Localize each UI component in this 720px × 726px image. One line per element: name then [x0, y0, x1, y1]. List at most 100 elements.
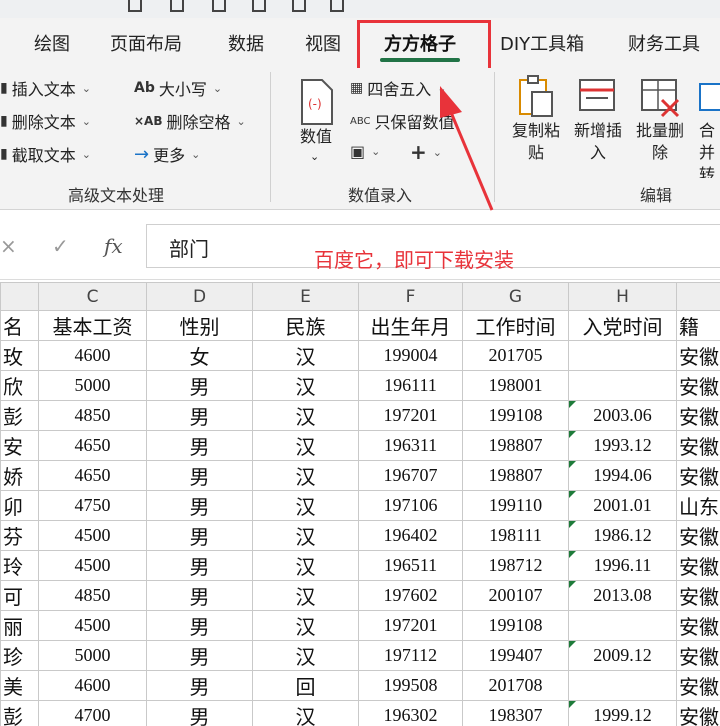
- table-cell[interactable]: 回: [252, 670, 359, 701]
- column-header[interactable]: D: [146, 282, 253, 311]
- table-cell[interactable]: 汉: [252, 370, 359, 401]
- table-cell[interactable]: 男: [146, 670, 253, 701]
- cancel-icon[interactable]: ×: [0, 234, 17, 258]
- confirm-icon[interactable]: ✓: [52, 234, 69, 258]
- table-cell[interactable]: 197201: [358, 400, 463, 431]
- column-header[interactable]: G: [462, 282, 569, 311]
- extract-text-button[interactable]: ▮ 截取文本 ⌄: [0, 142, 91, 166]
- table-cell[interactable]: 196302: [358, 700, 463, 726]
- table-cell[interactable]: 2009.12: [568, 640, 677, 671]
- table-cell[interactable]: 珍: [0, 640, 39, 671]
- table-cell[interactable]: 1993.12: [568, 430, 677, 461]
- table-cell[interactable]: 199004: [358, 340, 463, 371]
- table-cell[interactable]: 汉: [252, 460, 359, 491]
- table-cell[interactable]: 男: [146, 700, 253, 726]
- camera-icon[interactable]: [292, 0, 306, 12]
- table-cell[interactable]: 丽: [0, 610, 39, 641]
- round-button[interactable]: ▦ 四舍五入 ⌄: [350, 76, 446, 100]
- sort-icon[interactable]: [212, 0, 226, 12]
- header-cell[interactable]: 基本工资: [38, 310, 147, 341]
- case-button[interactable]: Ab 大小写 ⌄: [134, 76, 222, 100]
- insert-text-button[interactable]: ▮ 插入文本 ⌄: [0, 76, 91, 100]
- table-cell[interactable]: 男: [146, 520, 253, 551]
- table-cell[interactable]: 安: [0, 430, 39, 461]
- table-cell[interactable]: 安徽: [676, 550, 720, 581]
- tab-diy-toolbox[interactable]: DIY工具箱: [500, 30, 584, 56]
- table-cell[interactable]: 玲: [0, 550, 39, 581]
- table-cell[interactable]: 欣: [0, 370, 39, 401]
- table-cell[interactable]: 196707: [358, 460, 463, 491]
- table-cell[interactable]: 2013.08: [568, 580, 677, 611]
- table-cell[interactable]: 196111: [358, 370, 463, 401]
- table-cell[interactable]: 198807: [462, 430, 569, 461]
- table-cell[interactable]: 196511: [358, 550, 463, 581]
- table-cell[interactable]: 4850: [38, 400, 147, 431]
- save-icon[interactable]: [128, 0, 142, 12]
- table-cell[interactable]: 4700: [38, 700, 147, 726]
- table-cell[interactable]: 汉: [252, 520, 359, 551]
- table-cell[interactable]: 女: [146, 340, 253, 371]
- keep-values-button[interactable]: ABC 只保留数值: [350, 109, 455, 133]
- header-cell[interactable]: 出生年月: [358, 310, 463, 341]
- table-cell[interactable]: 安徽: [676, 670, 720, 701]
- table-cell[interactable]: 汉: [252, 580, 359, 611]
- table-cell[interactable]: 4650: [38, 460, 147, 491]
- table-cell[interactable]: 安徽: [676, 460, 720, 491]
- undo-icon[interactable]: [170, 0, 184, 12]
- table-cell[interactable]: 197201: [358, 610, 463, 641]
- more-button[interactable]: → 更多 ⌄: [134, 142, 200, 166]
- table-cell[interactable]: [568, 670, 677, 701]
- table-cell[interactable]: 197602: [358, 580, 463, 611]
- table-cell[interactable]: 男: [146, 550, 253, 581]
- table-cell[interactable]: [568, 370, 677, 401]
- tab-page-layout[interactable]: 页面布局: [110, 30, 182, 56]
- header-cell[interactable]: 民族: [252, 310, 359, 341]
- table-cell[interactable]: 197112: [358, 640, 463, 671]
- table-cell[interactable]: 可: [0, 580, 39, 611]
- format-button[interactable]: ▣ ⌄: [350, 142, 380, 161]
- table-cell[interactable]: 卯: [0, 490, 39, 521]
- table-cell[interactable]: 汉: [252, 640, 359, 671]
- table-cell[interactable]: 汉: [252, 400, 359, 431]
- header-cell[interactable]: 入党时间: [568, 310, 677, 341]
- table-cell[interactable]: 5000: [38, 640, 147, 671]
- column-header[interactable]: C: [38, 282, 147, 311]
- table-cell[interactable]: 201708: [462, 670, 569, 701]
- copy-paste-button[interactable]: 复制粘贴: [508, 74, 564, 178]
- tab-view[interactable]: 视图: [305, 30, 341, 56]
- table-cell[interactable]: 4600: [38, 340, 147, 371]
- table-cell[interactable]: 198001: [462, 370, 569, 401]
- column-header[interactable]: E: [252, 282, 359, 311]
- tab-draw[interactable]: 绘图: [34, 30, 70, 56]
- table-cell[interactable]: 男: [146, 640, 253, 671]
- delete-text-button[interactable]: ▮ 删除文本 ⌄: [0, 109, 91, 133]
- header-cell[interactable]: 籍: [676, 310, 720, 341]
- table-cell[interactable]: 198807: [462, 460, 569, 491]
- tab-data[interactable]: 数据: [228, 30, 264, 56]
- table-cell[interactable]: 199407: [462, 640, 569, 671]
- table-cell[interactable]: 汉: [252, 610, 359, 641]
- table-cell[interactable]: 199508: [358, 670, 463, 701]
- table-cell[interactable]: [568, 610, 677, 641]
- table-cell[interactable]: 男: [146, 490, 253, 521]
- table-cell[interactable]: 197106: [358, 490, 463, 521]
- table-cell[interactable]: 198111: [462, 520, 569, 551]
- table-cell[interactable]: 安徽: [676, 370, 720, 401]
- column-header[interactable]: F: [358, 282, 463, 311]
- table-cell[interactable]: 199108: [462, 400, 569, 431]
- table-cell[interactable]: 娇: [0, 460, 39, 491]
- table-cell[interactable]: 彭: [0, 700, 39, 726]
- table-cell[interactable]: 汉: [252, 550, 359, 581]
- table-cell[interactable]: 美: [0, 670, 39, 701]
- table-cell[interactable]: 男: [146, 370, 253, 401]
- column-header[interactable]: [0, 282, 39, 311]
- table-cell[interactable]: 1994.06: [568, 460, 677, 491]
- table-cell[interactable]: 男: [146, 610, 253, 641]
- table-cell[interactable]: 4500: [38, 520, 147, 551]
- table-cell[interactable]: 安徽: [676, 520, 720, 551]
- table-cell[interactable]: 198307: [462, 700, 569, 726]
- table-cell[interactable]: 男: [146, 400, 253, 431]
- header-cell[interactable]: 工作时间: [462, 310, 569, 341]
- column-header[interactable]: [676, 282, 720, 311]
- table-cell[interactable]: 1986.12: [568, 520, 677, 551]
